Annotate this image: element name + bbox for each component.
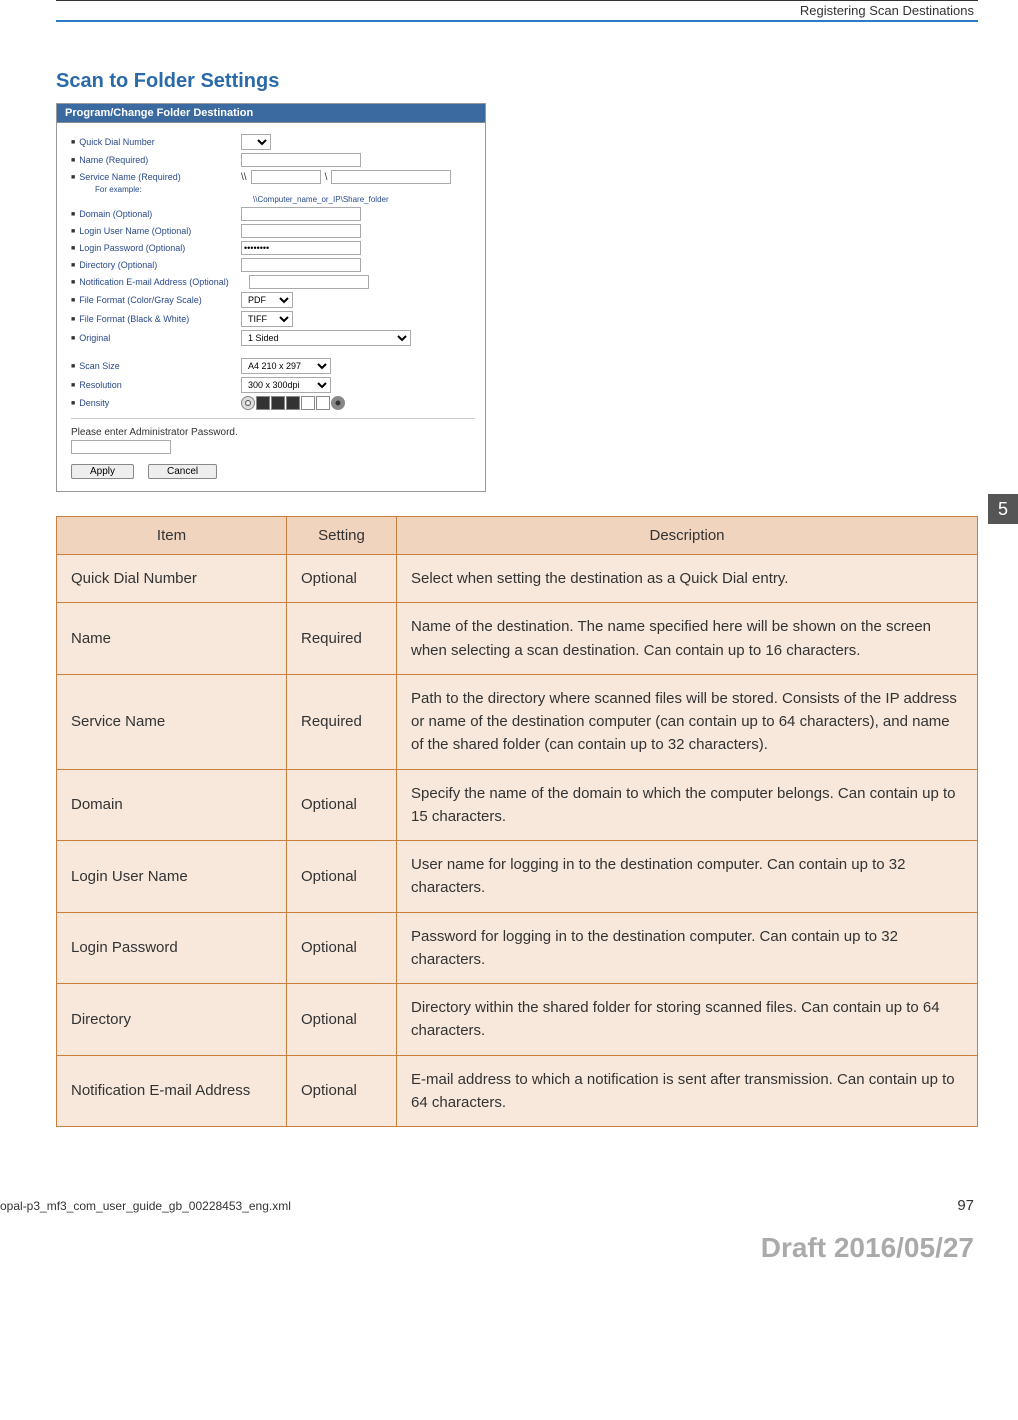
label-login-pw: Login Password (Optional) [71,243,241,253]
density-darker-icon[interactable] [331,396,345,410]
col-setting: Setting [287,517,397,555]
apply-button[interactable]: Apply [71,464,134,479]
example-label: For example: [95,185,142,194]
domain-input[interactable] [241,207,361,221]
table-row: Quick Dial NumberOptionalSelect when set… [57,555,978,603]
table-row: DirectoryOptionalDirectory within the sh… [57,984,978,1056]
density-step[interactable] [256,396,270,410]
table-row: NameRequiredName of the destination. The… [57,603,978,675]
cancel-button[interactable]: Cancel [148,464,217,479]
table-row: Login User NameOptionalUser name for log… [57,841,978,913]
footer-page-number: 97 [957,1197,974,1214]
page-heading: Scan to Folder Settings [56,70,978,93]
label-domain: Domain (Optional) [71,209,241,219]
density-step[interactable] [286,396,300,410]
scan-size-select[interactable]: A4 210 x 297 [241,358,331,374]
label-directory: Directory (Optional) [71,260,241,270]
panel-title: Program/Change Folder Destination [57,104,485,123]
label-resolution: Resolution [71,380,241,390]
settings-description-table: Item Setting Description Quick Dial Numb… [56,516,978,1127]
login-pw-input[interactable] [241,241,361,255]
draft-watermark: Draft 2016/05/27 [0,1232,978,1264]
label-ff-color: File Format (Color/Gray Scale) [71,295,241,305]
density-lighter-icon[interactable] [241,396,255,410]
login-user-input[interactable] [241,224,361,238]
service-prefix: \\ [241,172,247,183]
notif-input[interactable] [249,275,369,289]
label-notif: Notification E-mail Address (Optional) [71,277,249,287]
density-control[interactable] [241,396,475,410]
directory-input[interactable] [241,258,361,272]
table-row: Notification E-mail AddressOptionalE-mai… [57,1055,978,1127]
service-sep: \ [325,172,328,183]
table-row: Service NameRequiredPath to the director… [57,674,978,769]
chapter-tab: 5 [988,494,1018,524]
col-item: Item [57,517,287,555]
col-description: Description [397,517,978,555]
label-density: Density [71,398,241,408]
original-select[interactable]: 1 Sided [241,330,411,346]
label-service: Service Name (Required) [71,172,241,182]
label-name: Name (Required) [71,155,241,165]
service-host-input[interactable] [251,170,321,184]
label-original: Original [71,333,241,343]
label-quick-dial: Quick Dial Number [71,137,241,147]
label-scan-size: Scan Size [71,361,241,371]
density-step[interactable] [316,396,330,410]
example-text: \\Computer_name_or_IP\Share_folder [253,195,475,204]
label-ff-bw: File Format (Black & White) [71,314,241,324]
name-input[interactable] [241,153,361,167]
table-row: DomainOptionalSpecify the name of the do… [57,769,978,841]
label-login-user: Login User Name (Optional) [71,226,241,236]
settings-panel: Program/Change Folder Destination Quick … [56,103,486,492]
table-row: Login PasswordOptionalPassword for loggi… [57,912,978,984]
resolution-select[interactable]: 300 x 300dpi [241,377,331,393]
admin-pw-label: Please enter Administrator Password. [71,427,238,438]
density-step[interactable] [271,396,285,410]
quick-dial-select[interactable] [241,134,271,150]
ff-color-select[interactable]: PDF [241,292,293,308]
density-step[interactable] [301,396,315,410]
header-section-title: Registering Scan Destinations [56,0,978,22]
ff-bw-select[interactable]: TIFF [241,311,293,327]
admin-pw-input[interactable] [71,440,171,454]
footer-filename: opal-p3_mf3_com_user_guide_gb_00228453_e… [0,1199,291,1213]
service-share-input[interactable] [331,170,451,184]
